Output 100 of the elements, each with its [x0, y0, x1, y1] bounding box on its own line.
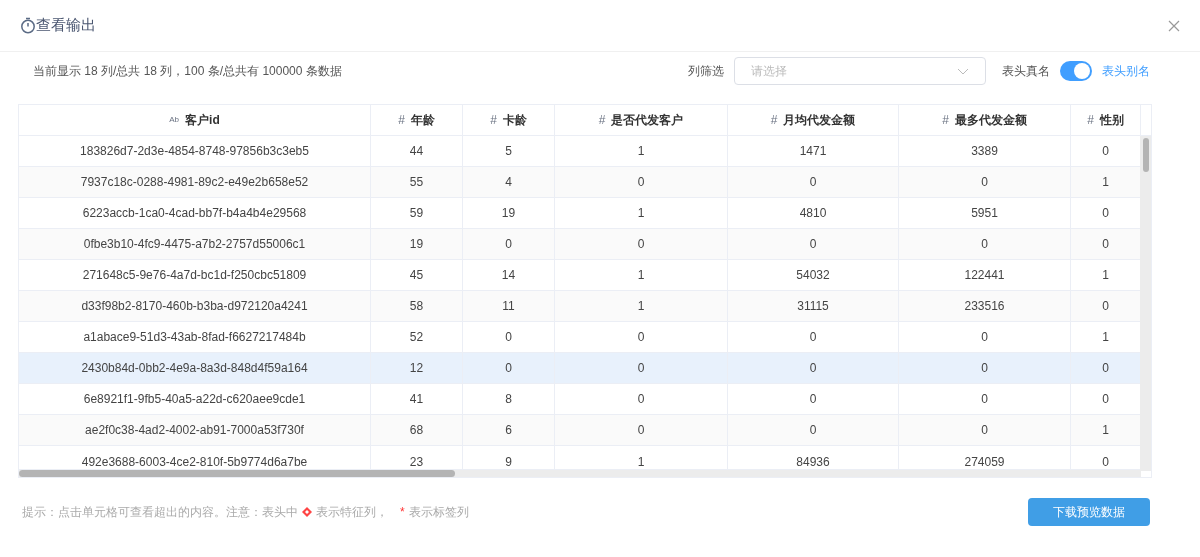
table-row[interactable]: 7937c18c-0288-4981-89c2-e49e2b658e52 55 4 0 0 0 1: [19, 167, 1141, 198]
column-header: # 卡龄: [463, 105, 555, 135]
table-row[interactable]: 6e8921f1-9fb5-40a5-a22d-c620aee9cde1 41 8 0 0 0 0: [19, 384, 1141, 415]
toggle-on-label: 表头别名: [1102, 63, 1150, 80]
table-row[interactable]: 2430b84d-0bb2-4e9a-8a3d-848d4f59a164 12 0 0 0 0 0: [19, 353, 1141, 384]
table-cell: 0: [555, 322, 728, 352]
table-cell: 0fbe3b10-4fc9-4475-a7b2-2757d55006c1: [19, 229, 371, 259]
table-row[interactable]: 0fbe3b10-4fc9-4475-a7b2-2757d55006c1 19 0 0 0 0 0: [19, 229, 1141, 260]
table-cell: 45: [371, 260, 463, 290]
table-cell: 233516: [899, 291, 1071, 321]
table-cell: 5: [463, 136, 555, 166]
table-row[interactable]: 183826d7-2d3e-4854-8748-97856b3c3eb5 44 5 1 1471 3389 0: [19, 136, 1141, 167]
table-cell: 55: [371, 167, 463, 197]
table-cell: 44: [371, 136, 463, 166]
filter-label: 列筛选: [688, 63, 724, 80]
table-cell: 8: [463, 384, 555, 414]
table-row[interactable]: a1abace9-51d3-43ab-8fad-f6627217484b 52 0 0 0 0 1: [19, 322, 1141, 353]
table-cell: 0: [899, 415, 1071, 445]
table-cell: 0: [463, 353, 555, 383]
table-cell: 58: [371, 291, 463, 321]
table-cell: 1: [555, 291, 728, 321]
table-cell: 0: [899, 322, 1071, 352]
table-cell: 0: [728, 229, 899, 259]
table-cell: 4810: [728, 198, 899, 228]
stopwatch-icon: [20, 17, 36, 34]
type-mark: Ab: [169, 114, 180, 126]
table-cell: 9: [463, 446, 555, 469]
table-cell: a1abace9-51d3-43ab-8fad-f6627217484b: [19, 322, 371, 352]
table-cell: 1: [555, 198, 728, 228]
table-cell: 0: [555, 229, 728, 259]
feature-column-icon: [302, 507, 312, 517]
table-cell: 4: [463, 167, 555, 197]
table-cell: 0: [899, 384, 1071, 414]
column-header: # 性别: [1071, 105, 1141, 135]
close-icon[interactable]: [1168, 19, 1180, 32]
table-cell: 0: [899, 167, 1071, 197]
table-cell: 6223accb-1ca0-4cad-bb7f-b4a4b4e29568: [19, 198, 371, 228]
table-cell: 19: [371, 229, 463, 259]
table-cell: 183826d7-2d3e-4854-8748-97856b3c3eb5: [19, 136, 371, 166]
type-mark: #: [1087, 112, 1094, 129]
table-row[interactable]: d33f98b2-8170-460b-b3ba-d972120a4241 58 11 1 31115 233516 0: [19, 291, 1141, 322]
table-cell: 6: [463, 415, 555, 445]
table-cell: 41: [371, 384, 463, 414]
table-cell: 0: [463, 322, 555, 352]
hint-text: 表示特征列，: [316, 504, 388, 521]
table-cell: 1471: [728, 136, 899, 166]
table-cell: 5951: [899, 198, 1071, 228]
table-cell: 52: [371, 322, 463, 352]
table-cell: 1: [555, 136, 728, 166]
column-header: # 月均代发金额: [728, 105, 899, 135]
table-cell: 274059: [899, 446, 1071, 469]
table-cell: 84936: [728, 446, 899, 469]
table-cell: 0: [555, 415, 728, 445]
vertical-scrollbar[interactable]: [1140, 136, 1151, 471]
table-row[interactable]: 6223accb-1ca0-4cad-bb7f-b4a4b4e29568 59 19 1 4810 5951 0: [19, 198, 1141, 229]
table-cell: 0: [899, 229, 1071, 259]
table-cell: 0: [555, 384, 728, 414]
column-header: # 年龄: [371, 105, 463, 135]
horizontal-scrollbar[interactable]: [19, 470, 1141, 477]
table-cell: 12: [371, 353, 463, 383]
table-cell: 31115: [728, 291, 899, 321]
table-cell: 0: [899, 353, 1071, 383]
type-mark: #: [398, 112, 405, 129]
table-row[interactable]: 271648c5-9e76-4a7d-bc1d-f250cbc51809 45 14 1 54032 122441 1: [19, 260, 1141, 291]
toggle-switch[interactable]: [1060, 61, 1092, 81]
table-cell: ae2f0c38-4ad2-4002-ab91-7000a53f730f: [19, 415, 371, 445]
dialog-title: 查看输出: [36, 15, 96, 36]
hint-text: 提示：点击单元格可查看超出的内容。注意：表头中: [22, 504, 298, 521]
table-cell: 0: [728, 415, 899, 445]
table-cell: 11: [463, 291, 555, 321]
table-cell: 1: [555, 446, 728, 469]
type-mark: #: [942, 112, 949, 129]
column-header: Ab 客户id: [19, 105, 371, 135]
table-cell: d33f98b2-8170-460b-b3ba-d972120a4241: [19, 291, 371, 321]
table-cell: 0: [728, 384, 899, 414]
table-cell: 0: [555, 167, 728, 197]
table-cell: 492e3688-6003-4ce2-810f-5b9774d6a7be: [19, 446, 371, 469]
table-cell: 7937c18c-0288-4981-89c2-e49e2b658e52: [19, 167, 371, 197]
column-header: # 是否代发客户: [555, 105, 728, 135]
table-row[interactable]: ae2f0c38-4ad2-4002-ab91-7000a53f730f 68 6 0 0 0 1: [19, 415, 1141, 446]
toggle-off-label: 表头真名: [1002, 63, 1050, 80]
table-cell: 2430b84d-0bb2-4e9a-8a3d-848d4f59a164: [19, 353, 371, 383]
column-header: # 最多代发金额: [899, 105, 1071, 135]
table-cell: 23: [371, 446, 463, 469]
table-cell: 1: [555, 260, 728, 290]
label-column-mark-text: *: [400, 504, 405, 521]
table-cell: 6e8921f1-9fb5-40a5-a22d-c620aee9cde1: [19, 384, 371, 414]
table-row[interactable]: 492e3688-6003-4ce2-810f-5b9774d6a7be 23 9 1 84936 274059 0: [19, 446, 1141, 470]
table-cell: 59: [371, 198, 463, 228]
table-cell: 54032: [728, 260, 899, 290]
type-mark: #: [490, 112, 497, 129]
table-cell: 68: [371, 415, 463, 445]
table-cell: 271648c5-9e76-4a7d-bc1d-f250cbc51809: [19, 260, 371, 290]
hint-text: 表示标签列: [408, 504, 469, 521]
table-cell: 122441: [899, 260, 1071, 290]
type-mark: #: [770, 112, 778, 129]
table-cell: 14: [463, 260, 555, 290]
summary-text: 当前显示 18 列/总共 18 列，100 条/总共有 100000 条数据: [33, 63, 342, 80]
table-cell: 0: [463, 229, 555, 259]
table-cell: 19: [463, 198, 555, 228]
